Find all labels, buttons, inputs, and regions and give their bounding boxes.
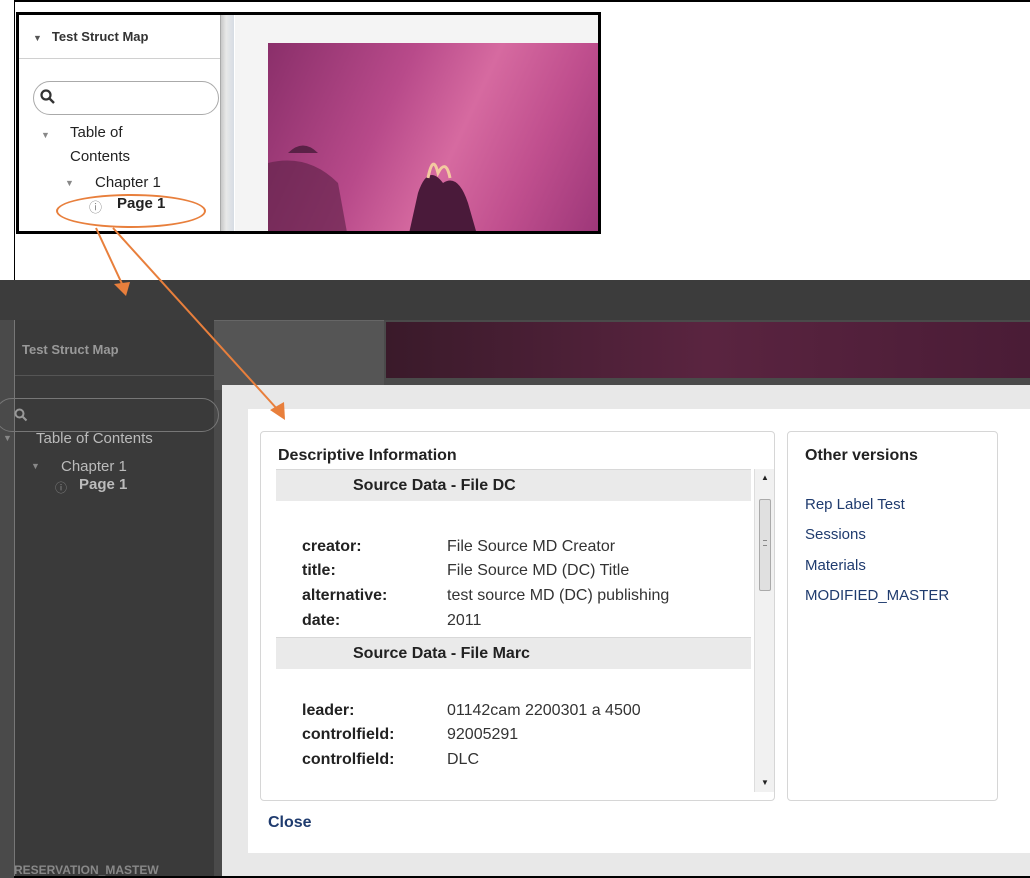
background-tree-page: Page 1: [79, 476, 128, 493]
scroll-down-arrow-icon[interactable]: ▼: [755, 778, 775, 787]
search-icon: [40, 89, 55, 104]
expand-triangle-icon[interactable]: ▼: [41, 130, 50, 140]
struct-map-header[interactable]: ▼ Test Struct Map: [19, 15, 220, 59]
expand-triangle-icon: ▼: [3, 433, 12, 443]
field-key: leader:: [302, 702, 355, 719]
field-value: 2011: [447, 612, 482, 629]
field-row: leader: 01142cam 2200301 a 4500: [276, 702, 746, 724]
version-link[interactable]: Materials: [805, 557, 866, 574]
field-value: File Source MD (DC) Title: [447, 562, 630, 579]
field-key: creator:: [302, 538, 362, 555]
tree-search-input[interactable]: [33, 81, 219, 115]
section-heading: Source Data - File DC: [276, 469, 751, 501]
highlight-oval: [56, 194, 206, 228]
background-panel-title: Test Struct Map: [15, 326, 215, 376]
field-value: 92005291: [447, 726, 519, 743]
background-tree-root: Table of Contents: [36, 430, 153, 447]
field-key: title:: [302, 562, 336, 579]
vertical-scrollbar[interactable]: ▲ ▼: [754, 469, 774, 792]
field-key: controlfield:: [302, 726, 395, 743]
metadata-modal: Descriptive Information Source Data - Fi…: [222, 385, 1030, 878]
other-versions-panel: Other versions Rep Label Test Sessions M…: [787, 431, 998, 801]
modal-content: Descriptive Information Source Data - Fi…: [248, 409, 1030, 853]
grip-icon: [763, 540, 767, 546]
scrollbar-thumb[interactable]: [759, 499, 771, 591]
search-icon: [14, 408, 28, 422]
field-row: alternative: test source MD (DC) publish…: [276, 587, 746, 609]
field-value: test source MD (DC) publishing: [447, 587, 670, 604]
field-row: date: 2011: [276, 612, 746, 634]
struct-map-title: Test Struct Map: [51, 29, 149, 44]
field-row: creator: File Source MD Creator: [276, 538, 746, 560]
background-tree-chapter: Chapter 1: [61, 458, 127, 475]
field-value: 01142cam 2200301 a 4500: [447, 702, 641, 719]
field-value: DLC: [447, 751, 480, 768]
background-image-strip: [386, 322, 1030, 378]
expand-triangle-icon[interactable]: ▼: [65, 178, 74, 188]
collapse-triangle-icon: ▼: [33, 33, 42, 43]
version-link[interactable]: MODIFIED_MASTER: [805, 587, 949, 604]
descriptive-information-panel: Descriptive Information Source Data - Fi…: [260, 431, 775, 801]
other-versions-title: Other versions: [805, 447, 918, 464]
tree-root-line2[interactable]: Contents: [70, 148, 130, 165]
background-struct-map-panel: Test Struct Map ▼ Table of Contents ▼ Ch…: [0, 320, 219, 878]
version-link[interactable]: Sessions: [805, 526, 866, 543]
info-icon: ⓘ: [55, 481, 68, 495]
frame-top-border: [14, 0, 1030, 2]
descriptive-information-title: Descriptive Information: [278, 447, 457, 464]
field-row: controlfield: DLC: [276, 751, 746, 773]
tree-root-line1[interactable]: Table of: [70, 124, 123, 141]
background-footer-label: RESERVATION_MASTEW: [14, 863, 159, 877]
section-heading: Source Data - File Marc: [276, 637, 751, 669]
panel-splitter[interactable]: [220, 15, 234, 231]
field-value: File Source MD Creator: [447, 538, 616, 555]
background-divider: [214, 320, 384, 390]
field-row: controlfield: 92005291: [276, 726, 746, 748]
sunset-image: [268, 145, 476, 231]
version-link[interactable]: Rep Label Test: [805, 496, 905, 513]
field-key: controlfield:: [302, 751, 395, 768]
tree-chapter-item[interactable]: Chapter 1: [95, 174, 161, 191]
descriptive-scroll-area[interactable]: Source Data - File DC creator: File Sour…: [276, 469, 775, 792]
background-toolbar: [0, 280, 1030, 320]
expand-triangle-icon: ▼: [31, 461, 40, 471]
field-key: date:: [302, 612, 341, 629]
page-image: [268, 43, 598, 231]
scroll-up-arrow-icon[interactable]: ▲: [755, 473, 775, 482]
field-key: alternative:: [302, 587, 388, 604]
field-row: title: File Source MD (DC) Title: [276, 562, 746, 584]
background-search-input: [0, 398, 219, 432]
close-button[interactable]: Close: [268, 814, 312, 832]
